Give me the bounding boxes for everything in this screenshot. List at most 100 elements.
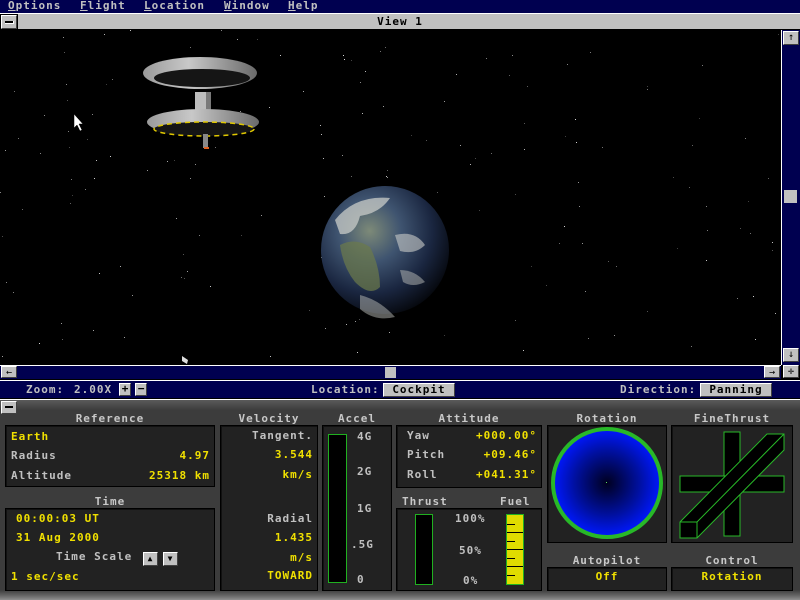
tangent-label: Tangent.	[252, 429, 313, 442]
star	[602, 147, 603, 148]
space-scene	[0, 30, 779, 364]
location-button[interactable]: Cockpit	[383, 383, 455, 397]
star	[677, 248, 678, 249]
arrow-up-icon: ↑	[787, 32, 795, 43]
star	[93, 330, 94, 331]
star	[444, 101, 445, 102]
star	[456, 74, 457, 75]
earth[interactable]	[321, 186, 449, 319]
star	[753, 296, 754, 297]
star	[241, 235, 242, 236]
star	[0, 192, 1, 193]
horizontal-scrollbar[interactable]: ← →	[0, 365, 781, 379]
menu-help[interactable]: Help	[288, 0, 319, 12]
menu-location[interactable]: Location	[144, 0, 205, 12]
star	[183, 254, 184, 255]
star	[94, 178, 95, 179]
star	[130, 30, 131, 31]
minus-icon: −	[137, 382, 145, 395]
accel-tick: 2G	[357, 465, 373, 478]
menu-window[interactable]: Window	[224, 0, 270, 12]
space-viewport[interactable]	[0, 30, 780, 364]
star	[486, 58, 487, 59]
fuel-gauge	[506, 514, 524, 585]
star	[524, 123, 525, 124]
star	[92, 114, 93, 115]
star	[210, 286, 211, 287]
star	[444, 335, 445, 336]
star	[14, 91, 15, 92]
star	[614, 335, 615, 336]
time-scale-down-button[interactable]: ▼	[163, 552, 178, 566]
star	[512, 55, 513, 56]
star	[706, 206, 707, 207]
distant-object	[182, 356, 188, 364]
star	[22, 209, 23, 210]
star	[320, 125, 321, 126]
star	[110, 156, 111, 157]
star	[491, 153, 492, 154]
star	[351, 60, 352, 61]
scroll-left-button[interactable]: ←	[1, 366, 17, 378]
star	[702, 65, 703, 66]
thrust-header: Thrust	[402, 495, 448, 508]
time-scale-up-button[interactable]: ▲	[143, 552, 158, 566]
zoom-in-button[interactable]: +	[119, 383, 131, 396]
star	[386, 176, 387, 177]
accel-tick: .5G	[351, 538, 374, 551]
star	[324, 196, 325, 197]
star	[72, 195, 73, 196]
thrust-tick: 50%	[459, 544, 482, 557]
yaw-value: +000.00°	[476, 429, 537, 442]
menu-options[interactable]: Options	[8, 0, 61, 12]
star	[689, 187, 690, 188]
star	[647, 86, 648, 87]
star	[357, 352, 358, 353]
star	[470, 164, 471, 165]
star	[346, 324, 347, 325]
menu-bar: Options Flight Location Window Help	[0, 0, 800, 13]
zoom-out-button[interactable]: −	[135, 383, 147, 396]
reference-box[interactable]: Earth Radius 4.97 Altitude 25318 km	[5, 425, 215, 487]
control-button[interactable]: Rotation	[671, 567, 793, 591]
star	[546, 285, 547, 286]
reference-header[interactable]: Reference	[5, 412, 215, 425]
star	[13, 292, 14, 293]
menu-flight[interactable]: Flight	[80, 0, 126, 12]
scroll-right-button[interactable]: →	[764, 366, 780, 378]
star	[87, 139, 88, 140]
star	[608, 261, 609, 262]
direction-label: Direction:	[620, 383, 697, 396]
finethrust-box[interactable]	[671, 425, 793, 543]
star	[582, 243, 583, 244]
roll-value: +041.31°	[476, 468, 537, 481]
altitude-label: Altitude	[11, 469, 72, 482]
star	[85, 189, 86, 190]
star	[96, 160, 97, 161]
scroll-down-button[interactable]: ↓	[783, 348, 799, 362]
star	[70, 203, 71, 204]
star	[387, 177, 388, 178]
space-station[interactable]	[143, 57, 259, 149]
scroll-up-button[interactable]: ↑	[783, 31, 799, 45]
size-grip-button[interactable]: ✛	[783, 365, 799, 378]
star	[460, 145, 461, 146]
star	[383, 106, 384, 107]
autopilot-button[interactable]: Off	[547, 567, 667, 591]
thrust-tick: 0%	[463, 574, 479, 587]
star	[106, 84, 107, 85]
rotation-box[interactable]	[547, 425, 667, 543]
vertical-scrollbar[interactable]: ↑ ↓	[781, 30, 800, 365]
direction-button[interactable]: Panning	[700, 383, 772, 397]
arrow-left-icon: ←	[5, 367, 13, 378]
vertical-scroll-thumb[interactable]	[784, 190, 797, 203]
star	[475, 158, 476, 159]
star	[737, 298, 738, 299]
horizontal-scroll-thumb[interactable]	[385, 367, 396, 378]
star	[523, 350, 524, 351]
view-title: View 1	[377, 15, 423, 28]
star	[323, 158, 324, 159]
instrument-panel: Reference Earth Radius 4.97 Altitude 253…	[0, 399, 800, 600]
time-box: 00:00:03 UT 31 Aug 2000 Time Scale ▲ ▼ 1…	[5, 508, 215, 591]
star	[120, 266, 121, 267]
